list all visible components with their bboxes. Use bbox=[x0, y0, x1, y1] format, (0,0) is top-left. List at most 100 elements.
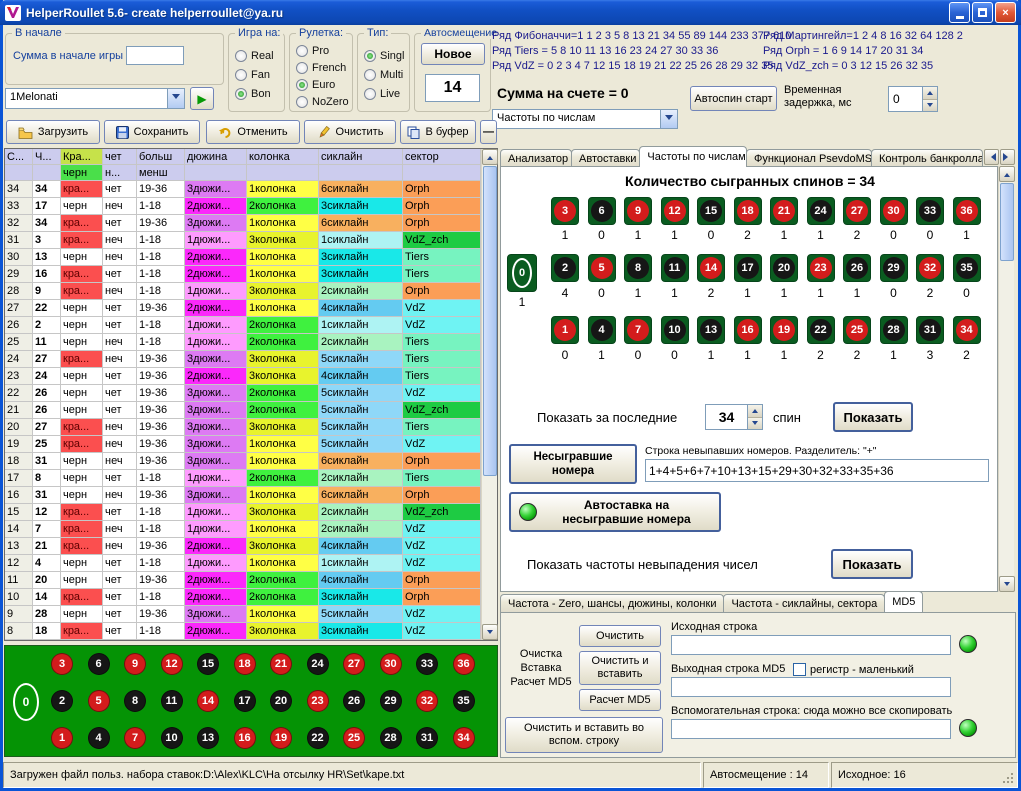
freq-number-tile[interactable]: 14 bbox=[697, 254, 725, 282]
freq-number-tile[interactable]: 5 bbox=[588, 254, 616, 282]
table-row[interactable]: 262чернчет1-181дюжи...2колонка1сиклайнVd… bbox=[5, 317, 481, 334]
freq-number-tile[interactable]: 13 bbox=[697, 316, 725, 344]
load-button[interactable]: Загрузить bbox=[6, 120, 100, 144]
md5-output-input[interactable] bbox=[671, 677, 951, 697]
not-played-input[interactable] bbox=[645, 459, 989, 482]
clear-button[interactable]: Очистить bbox=[304, 120, 396, 144]
table-row[interactable]: 178чернчет1-181дюжи...2колонка2сиклайнTi… bbox=[5, 470, 481, 487]
board-number[interactable]: 30 bbox=[380, 653, 402, 675]
freq-number-tile[interactable]: 26 bbox=[843, 254, 871, 282]
tab-scroll-left-button[interactable] bbox=[984, 149, 999, 165]
freq-number-tile[interactable]: 18 bbox=[734, 197, 762, 225]
start-sum-input[interactable] bbox=[126, 46, 184, 65]
freq-number-tile[interactable]: 21 bbox=[770, 197, 798, 225]
freq-number-tile[interactable]: 31 bbox=[916, 316, 944, 344]
radio-option-french[interactable]: French bbox=[296, 59, 349, 76]
freq-number-tile[interactable]: 15 bbox=[697, 197, 725, 225]
scroll-down-button[interactable] bbox=[999, 576, 1015, 592]
radio-option-singl[interactable]: Singl bbox=[364, 46, 404, 65]
table-row[interactable]: 818кра...чет1-182дюжи...3колонка3сиклайн… bbox=[5, 623, 481, 640]
table-row[interactable]: 1120чернчет19-362дюжи...2колонка4сиклайн… bbox=[5, 572, 481, 589]
board-number[interactable]: 4 bbox=[88, 727, 110, 749]
freq-number-tile[interactable]: 34 bbox=[953, 316, 981, 344]
board-number[interactable]: 9 bbox=[124, 653, 146, 675]
main-tab-0[interactable]: Анализатор bbox=[500, 149, 572, 167]
freq-number-tile[interactable]: 3 bbox=[551, 197, 579, 225]
board-number[interactable]: 8 bbox=[124, 690, 146, 712]
table-row[interactable]: 3434кра...чет19-363дюжи...1колонка6сикла… bbox=[5, 181, 481, 198]
freq-number-tile[interactable]: 36 bbox=[953, 197, 981, 225]
board-number[interactable]: 20 bbox=[270, 690, 292, 712]
board-number[interactable]: 7 bbox=[124, 727, 146, 749]
md5-clear-button[interactable]: Очистить bbox=[579, 625, 661, 647]
freq-number-tile[interactable]: 8 bbox=[624, 254, 652, 282]
board-number[interactable]: 25 bbox=[343, 727, 365, 749]
freq-number-tile[interactable]: 19 bbox=[770, 316, 798, 344]
board-number[interactable]: 24 bbox=[307, 653, 329, 675]
table-row[interactable]: 1014кра...чет1-182дюжи...2колонка3сиклай… bbox=[5, 589, 481, 606]
resize-grip[interactable] bbox=[1011, 781, 1013, 783]
table-row[interactable]: 147кра...неч1-181дюжи...1колонка2сиклайн… bbox=[5, 521, 481, 538]
freq-number-tile[interactable]: 7 bbox=[624, 316, 652, 344]
md5-clear-paste-aux-button[interactable]: Очистить и вставить во вспом. строку bbox=[505, 717, 663, 753]
board-number[interactable]: 31 bbox=[416, 727, 438, 749]
not-played-button[interactable]: Несыгравшие номера bbox=[509, 444, 637, 484]
board-number[interactable]: 26 bbox=[343, 690, 365, 712]
table-row[interactable]: 3013черннеч1-182дюжи...1колонка3сиклайнT… bbox=[5, 249, 481, 266]
freq-number-tile[interactable]: 9 bbox=[624, 197, 652, 225]
board-number[interactable]: 1 bbox=[51, 727, 73, 749]
board-number[interactable]: 29 bbox=[380, 690, 402, 712]
radio-option-bon[interactable]: Bon bbox=[235, 84, 274, 103]
board-number[interactable]: 18 bbox=[234, 653, 256, 675]
spin-down-button[interactable] bbox=[923, 100, 937, 112]
spin-up-button[interactable] bbox=[748, 405, 762, 418]
freq-missing-button[interactable]: Показать bbox=[831, 549, 913, 579]
board-number[interactable]: 6 bbox=[88, 653, 110, 675]
table-row[interactable]: 2722чернчет19-362дюжи...1колонка4сиклайн… bbox=[5, 300, 481, 317]
table-scrollbar[interactable] bbox=[481, 149, 497, 640]
board-zero[interactable]: 0 bbox=[13, 683, 39, 721]
radio-option-live[interactable]: Live bbox=[364, 84, 404, 103]
board-number[interactable]: 10 bbox=[161, 727, 183, 749]
board-number[interactable]: 5 bbox=[88, 690, 110, 712]
table-row[interactable]: 2324чернчет19-362дюжи...3колонка4сиклайн… bbox=[5, 368, 481, 385]
spin-down-button[interactable] bbox=[748, 418, 762, 430]
table-row[interactable]: 2126чернчет19-363дюжи...2колонка5сиклайн… bbox=[5, 402, 481, 419]
lowercase-checkbox[interactable] bbox=[793, 663, 806, 676]
table-row[interactable]: 1925кра...неч19-363дюжи...1колонка5сикла… bbox=[5, 436, 481, 453]
freq-zero-tile[interactable]: 0 bbox=[507, 254, 537, 292]
autobet-not-played-button[interactable]: Автоставка на несыгравшие номера bbox=[509, 492, 721, 532]
close-button[interactable]: × bbox=[995, 2, 1016, 23]
delay-spinner[interactable]: 0 bbox=[888, 86, 938, 112]
freq-number-tile[interactable]: 35 bbox=[953, 254, 981, 282]
board-number[interactable]: 13 bbox=[197, 727, 219, 749]
to-buffer-button[interactable]: В буфер bbox=[400, 120, 476, 144]
bottom-tab-0[interactable]: Частота - Zero, шансы, дюжины, колонки bbox=[500, 594, 724, 612]
radio-option-euro[interactable]: Euro bbox=[296, 76, 349, 93]
freq-number-tile[interactable]: 1 bbox=[551, 316, 579, 344]
table-row[interactable]: 1512кра...чет1-181дюжи...3колонка2сиклай… bbox=[5, 504, 481, 521]
freq-number-tile[interactable]: 17 bbox=[734, 254, 762, 282]
board-number[interactable]: 2 bbox=[51, 690, 73, 712]
md5-clear-paste-button[interactable]: Очистить и вставить bbox=[579, 651, 661, 685]
board-number[interactable]: 36 bbox=[453, 653, 475, 675]
play-button[interactable]: ▶ bbox=[190, 87, 214, 110]
board-number[interactable]: 21 bbox=[270, 653, 292, 675]
freq-number-tile[interactable]: 25 bbox=[843, 316, 871, 344]
table-row[interactable]: 1831черннеч19-363дюжи...1колонка6сиклайн… bbox=[5, 453, 481, 470]
main-tab-4[interactable]: Контроль банкролла bbox=[871, 149, 983, 167]
freq-number-tile[interactable]: 29 bbox=[880, 254, 908, 282]
panel-scrollbar[interactable] bbox=[998, 166, 1014, 592]
main-tab-1[interactable]: Автоставки bbox=[571, 149, 640, 167]
tab-scroll-right-button[interactable] bbox=[1000, 149, 1015, 165]
minimize-button[interactable] bbox=[949, 2, 970, 23]
mode-combobox-button[interactable] bbox=[660, 110, 677, 128]
board-number[interactable]: 23 bbox=[307, 690, 329, 712]
radio-option-multi[interactable]: Multi bbox=[364, 65, 404, 84]
maximize-button[interactable] bbox=[972, 2, 993, 23]
table-row[interactable]: 928чернчет19-363дюжи...1колонка5сиклайнV… bbox=[5, 606, 481, 623]
board-number[interactable]: 35 bbox=[453, 690, 475, 712]
board-number[interactable]: 19 bbox=[270, 727, 292, 749]
green-led-button[interactable] bbox=[959, 635, 977, 653]
table-row[interactable]: 2511черннеч1-181дюжи...2колонка2сиклайнT… bbox=[5, 334, 481, 351]
